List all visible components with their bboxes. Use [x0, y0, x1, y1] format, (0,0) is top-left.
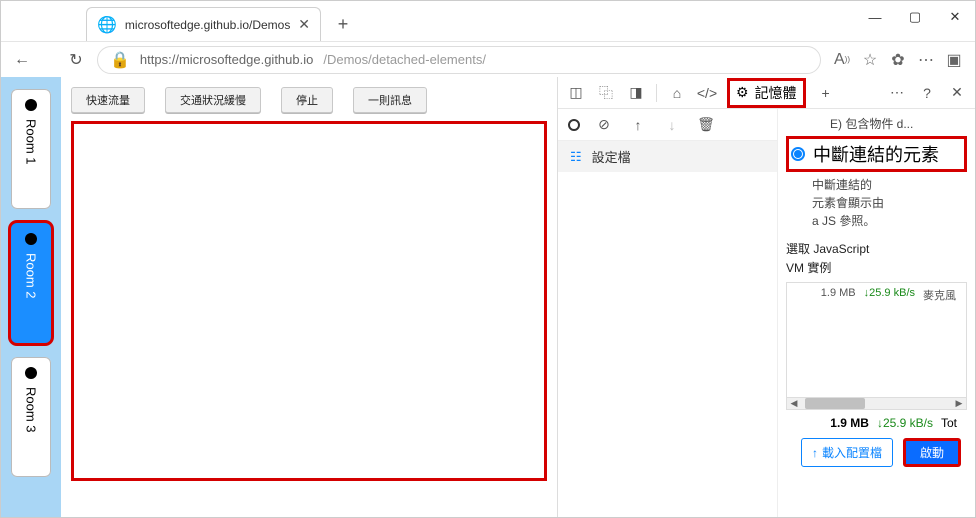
fast-traffic-button[interactable]: 快速流量: [71, 87, 145, 113]
record-button[interactable]: [568, 119, 580, 131]
url-box[interactable]: 🔒 https://microsoftedge.github.io/Demos/…: [97, 46, 821, 74]
close-window-button[interactable]: ✕: [935, 9, 975, 25]
profiles-row[interactable]: ☷ 設定檔: [558, 141, 777, 172]
room-1[interactable]: Room 1: [11, 89, 51, 209]
globe-icon: 🌐: [97, 15, 117, 35]
start-button[interactable]: 啟動: [903, 438, 961, 467]
total-rate: ↓25.9 kB/s: [877, 416, 933, 430]
back-button[interactable]: ←: [11, 49, 33, 71]
browser-tab[interactable]: 🌐 microsoftedge.github.io/Demos/c ✕: [86, 7, 321, 41]
gear-icon: ⚙: [736, 84, 749, 101]
inspect-icon[interactable]: ◫: [566, 83, 586, 103]
room-label: Room 1: [24, 119, 39, 165]
sidebar-icon[interactable]: ▣: [943, 49, 965, 71]
horizontal-scrollbar[interactable]: ◀ ▶: [787, 397, 966, 409]
clear-icon[interactable]: ⊘: [594, 115, 614, 135]
mem-rate: ↓25.9 kB/s: [864, 287, 915, 303]
refresh-button[interactable]: ↻: [65, 49, 87, 71]
address-bar: ← ↻ 🔒 https://microsoftedge.github.io/De…: [1, 41, 975, 77]
device-icon[interactable]: ⿻: [596, 83, 616, 103]
more-icon[interactable]: ⋯: [915, 49, 937, 71]
devtools-close-icon[interactable]: ✕: [947, 83, 967, 103]
vm-instance-title: VM 實例: [786, 259, 967, 276]
extensions-icon[interactable]: ✿: [887, 49, 909, 71]
dock-icon[interactable]: ◨: [626, 83, 646, 103]
scroll-left-icon[interactable]: ◀: [787, 398, 801, 409]
total-size: 1.9 MB: [830, 416, 869, 430]
upload-icon: ↑: [812, 446, 818, 460]
load-profile-label: 載入配置檔: [822, 444, 882, 461]
maximize-button[interactable]: ▢: [895, 9, 935, 25]
room-label: Room 2: [24, 253, 39, 299]
detached-elements-option[interactable]: 中斷連結的元素: [786, 136, 967, 172]
profiles-pane: ⊘ ↑ ↓ 🗑 ☷ 設定檔: [558, 109, 778, 517]
message-area: [71, 121, 547, 481]
status-dot-icon: [25, 367, 37, 379]
sliders-icon: ☷: [570, 149, 582, 165]
load-profile-button[interactable]: ↑ 載入配置檔: [801, 438, 893, 467]
favorite-icon[interactable]: ☆: [859, 49, 881, 71]
scroll-right-icon[interactable]: ▶: [952, 398, 966, 409]
option-description: 中斷連結的 元素會顯示由 a JS 參照。: [786, 176, 967, 230]
devtools-help-icon[interactable]: ?: [917, 83, 937, 103]
welcome-tab-icon[interactable]: ⌂: [667, 83, 687, 103]
devtools-more-icon[interactable]: ⋯: [887, 83, 907, 103]
devtools-tabbar: ◫ ⿻ ◨ ⌂ </> ⚙ 記憶體 + ⋯ ? ✕: [558, 77, 975, 109]
window-controls: — ▢ ✕: [855, 1, 975, 33]
stop-button[interactable]: 停止: [281, 87, 333, 113]
mic-col: 麥克風: [923, 287, 956, 303]
status-dot-icon: [25, 233, 37, 245]
close-tab-icon[interactable]: ✕: [298, 16, 310, 33]
memory-tab[interactable]: ⚙ 記憶體: [727, 78, 806, 108]
url-host: https://microsoftedge.github.io: [140, 52, 313, 67]
tab-title: microsoftedge.github.io/Demos/c: [125, 18, 290, 32]
lock-icon: 🔒: [110, 50, 130, 70]
minimize-button[interactable]: —: [855, 10, 895, 25]
select-vm-title: 選取 JavaScript: [786, 240, 967, 257]
profiles-label: 設定檔: [592, 147, 631, 166]
delete-icon[interactable]: 🗑: [696, 115, 716, 135]
titlebar: 🌐 microsoftedge.github.io/Demos/c ✕ + — …: [1, 1, 975, 41]
mem-size: 1.9 MB: [821, 287, 856, 303]
status-dot-icon: [25, 99, 37, 111]
memory-options: E) 包含物件 d... 中斷連結的元素 中斷連結的 元素會顯示由 a JS 參…: [778, 109, 975, 517]
new-tab-button[interactable]: +: [327, 8, 359, 40]
import-icon[interactable]: ↓: [662, 115, 682, 135]
url-path: /Demos/detached-elements/: [323, 52, 486, 67]
read-aloud-icon[interactable]: A)): [831, 49, 853, 71]
scroll-thumb[interactable]: [805, 398, 865, 409]
radio-checked-icon: [791, 147, 805, 161]
devtools-panel: ◫ ⿻ ◨ ⌂ </> ⚙ 記憶體 + ⋯ ? ✕ ⊘ ↑: [557, 77, 975, 517]
room-label: Room 3: [24, 387, 39, 433]
vm-list[interactable]: 1.9 MB ↓25.9 kB/s 麥克風 ◀ ▶: [786, 282, 967, 410]
rooms-sidebar: Room 1 Room 2 Room 3: [1, 77, 61, 517]
one-message-button[interactable]: 一則訊息: [353, 87, 427, 113]
option-e-label: E) 包含物件 d...: [786, 115, 967, 132]
export-icon[interactable]: ↑: [628, 115, 648, 135]
tot-label: Tot: [941, 416, 957, 430]
room-3[interactable]: Room 3: [11, 357, 51, 477]
memory-tab-label: 記憶體: [755, 83, 797, 103]
add-tab-button[interactable]: +: [816, 83, 836, 103]
detached-elements-label: 中斷連結的元素: [813, 141, 939, 167]
elements-tab-icon[interactable]: </>: [697, 83, 717, 103]
room-2[interactable]: Room 2: [11, 223, 51, 343]
slow-traffic-button[interactable]: 交通狀況緩慢: [165, 87, 261, 113]
content-area: 快速流量 交通狀況緩慢 停止 一則訊息: [61, 77, 557, 517]
